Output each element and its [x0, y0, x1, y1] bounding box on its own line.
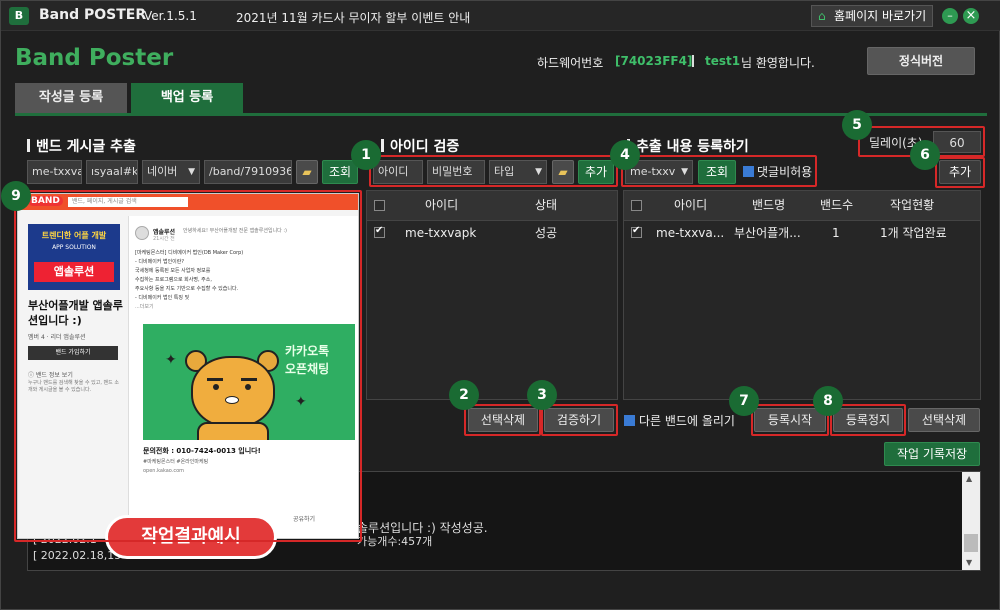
extract-pw-field[interactable]: ısyaal#kr: [86, 160, 138, 184]
app-name: Band POSTER: [39, 7, 147, 23]
verify-select-all-checkbox[interactable]: [374, 200, 385, 211]
marker-6: 6: [910, 140, 940, 170]
extract-title: 밴드 게시글 추출: [27, 136, 136, 156]
marker-7: 7: [729, 386, 759, 416]
marker-4: 4: [610, 140, 640, 170]
brand-logo: Band Poster: [15, 45, 174, 71]
extract-search-button[interactable]: 조회: [322, 160, 358, 184]
verify-row-id: me-txxvapk: [405, 226, 477, 240]
folder-icon: ▰: [302, 165, 312, 179]
register-table-header: 아이디 밴드명 밴드수 작업현황: [624, 191, 980, 221]
highlight-verify-check: [541, 404, 618, 436]
register-row-status: 1개 작업완료: [880, 226, 947, 240]
log-line-4: 가능개수:457개: [357, 535, 433, 548]
home-button[interactable]: ⌂ 홈페이지 바로가기: [811, 5, 933, 27]
scroll-up-icon: ▲: [966, 474, 973, 483]
hardware-label: 하드웨어번호: [537, 56, 604, 70]
register-row-band: 부산어플개...: [734, 226, 801, 240]
verify-table-header: 아이디 상태: [367, 191, 617, 221]
marker-1: 1: [351, 140, 381, 170]
highlight-preview: [14, 190, 362, 542]
tab-backup-register[interactable]: 백업 등록: [131, 83, 243, 113]
user-id: test1: [705, 54, 741, 68]
chevron-down-icon: ▼: [188, 167, 195, 177]
minimize-button[interactable]: –: [942, 8, 958, 24]
table-row[interactable]: me-txxva... 부산어플개... 1 1개 작업완료: [624, 221, 980, 247]
register-row-count: 1: [832, 226, 840, 240]
header-divider: [692, 55, 694, 67]
license-button[interactable]: 정식버전: [867, 47, 975, 75]
highlight-verify-delete: [464, 404, 541, 436]
marker-3: 3: [527, 380, 557, 410]
highlight-register-row: [621, 155, 817, 187]
marker-5: 5: [842, 110, 872, 140]
verify-col-id: 아이디: [425, 198, 459, 212]
extract-engine-select[interactable]: 네이버 ▼: [142, 160, 200, 184]
app-version: Ver.1.5.1: [144, 9, 197, 23]
register-title: 추출 내용 등록하기: [627, 136, 749, 156]
save-log-button[interactable]: 작업 기록저장: [884, 442, 980, 466]
register-select-all-checkbox[interactable]: [631, 200, 642, 211]
marker-8: 8: [813, 386, 843, 416]
home-icon: ⌂: [818, 9, 826, 23]
app-logo-icon: B: [9, 7, 29, 25]
hardware-value: [74023FF4]: [615, 54, 693, 68]
log-scrollbar[interactable]: ▲ ▼: [962, 472, 980, 570]
verify-col-status: 상태: [535, 198, 558, 212]
register-col-status: 작업현황: [890, 198, 935, 212]
tab-underline: [15, 113, 987, 116]
event-notice[interactable]: 2021년 11월 카드사 무이자 할부 이벤트 안내: [236, 9, 470, 26]
register-col-count: 밴드수: [820, 198, 854, 212]
extract-folder-button[interactable]: ▰: [296, 160, 318, 184]
log-line-3: [ 2022.02.18,15: [33, 549, 122, 562]
register-row-checkbox[interactable]: [631, 225, 642, 238]
register-delete-button[interactable]: 선택삭제: [908, 408, 980, 432]
register-col-id: 아이디: [674, 198, 708, 212]
marker-2: 2: [449, 380, 479, 410]
other-band-label: 다른 밴드에 올리기: [639, 414, 735, 428]
register-row-id: me-txxva...: [656, 226, 725, 240]
home-button-label: 홈페이지 바로가기: [834, 9, 927, 23]
extract-id-field[interactable]: me-txxvapk: [27, 160, 82, 184]
title-bar[interactable]: B Band POSTER Ver.1.5.1 2021년 11월 카드사 무이…: [1, 1, 1000, 31]
extract-url-field[interactable]: /band/79109369: [204, 160, 292, 184]
verify-table: 아이디 상태 me-txxvapk 성공: [366, 190, 618, 400]
register-table: 아이디 밴드명 밴드수 작업현황 me-txxva... 부산어플개... 1 …: [623, 190, 981, 400]
table-row[interactable]: me-txxvapk 성공: [367, 221, 617, 247]
highlight-stop: [830, 404, 906, 436]
close-button[interactable]: ×: [963, 8, 979, 24]
tab-post-register[interactable]: 작성글 등록: [15, 83, 127, 113]
marker-9: 9: [1, 181, 31, 211]
welcome-text: 님 환영합니다.: [741, 56, 815, 70]
extract-engine-value: 네이버: [147, 165, 178, 178]
verify-title: 아이디 검증: [381, 136, 459, 156]
other-band-checkbox[interactable]: [624, 415, 635, 426]
verify-row-status: 성공: [535, 226, 558, 240]
app-window: B Band POSTER Ver.1.5.1 2021년 11월 카드사 무이…: [0, 0, 1000, 610]
highlight-verify-row: [369, 155, 618, 187]
register-col-band: 밴드명: [752, 198, 786, 212]
scroll-thumb[interactable]: [964, 534, 978, 552]
highlight-add: [935, 157, 985, 188]
scroll-down-icon: ▼: [966, 558, 973, 567]
verify-row-checkbox[interactable]: [374, 225, 385, 238]
